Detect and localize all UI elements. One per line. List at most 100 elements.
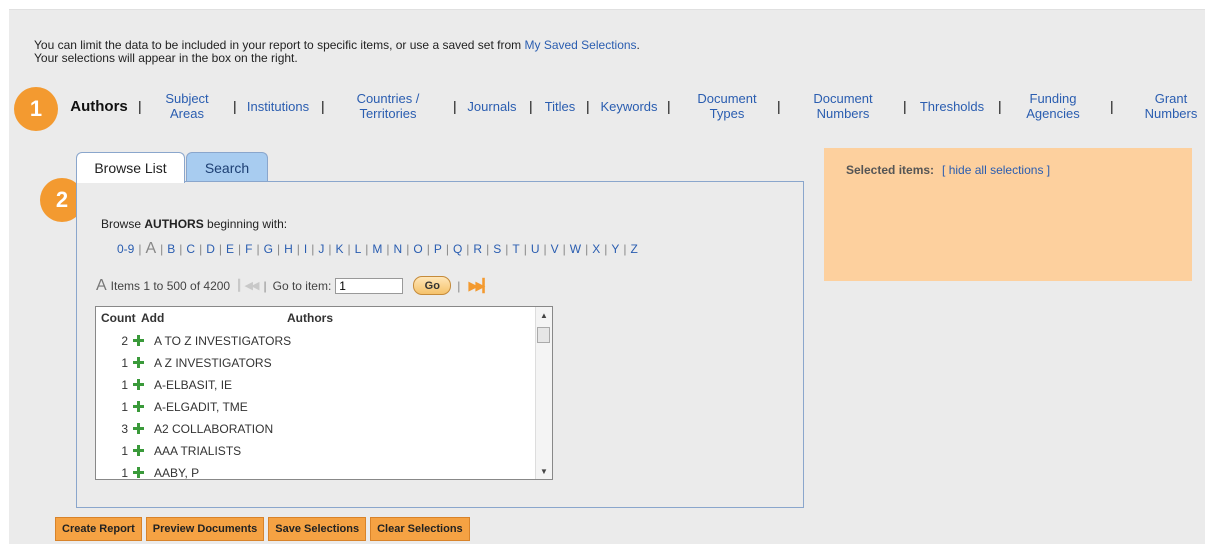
intro-text: You can limit the data to be included in… xyxy=(34,39,640,65)
letter-link-b[interactable]: B xyxy=(167,242,175,256)
scroll-up-arrow-icon[interactable]: ▲ xyxy=(540,311,548,320)
letter-link-m[interactable]: M xyxy=(372,242,382,256)
letter-link-0-9[interactable]: 0-9 xyxy=(117,242,134,256)
list-scrollbar[interactable]: ▲ ▼ xyxy=(535,307,552,479)
scroll-down-arrow-icon[interactable]: ▼ xyxy=(540,467,548,476)
letter-link-k[interactable]: K xyxy=(335,242,343,256)
intro-line1-text: You can limit the data to be included in… xyxy=(34,38,525,52)
row-author-name: AABY, P xyxy=(154,466,200,480)
my-saved-selections-link[interactable]: My Saved Selections xyxy=(524,38,636,52)
table-row: 1 A-ELBASIT, IE xyxy=(96,374,536,396)
preview-documents-button[interactable]: Preview Documents xyxy=(145,517,265,541)
tab-search[interactable]: Search xyxy=(186,152,268,182)
letter-separator: | xyxy=(276,242,281,256)
letter-link-o[interactable]: O xyxy=(413,242,422,256)
add-plus-icon[interactable] xyxy=(133,423,144,434)
filter-category-nav: Authors | Subject Areas | Institutions | … xyxy=(0,89,1205,123)
nav-institutions[interactable]: Institutions xyxy=(241,89,315,123)
nav-separator: | xyxy=(903,98,907,114)
letter-link-y[interactable]: Y xyxy=(611,242,619,256)
row-count: 2 xyxy=(121,334,128,348)
nav-keywords[interactable]: Keywords xyxy=(594,89,664,123)
nav-authors[interactable]: Authors xyxy=(64,89,134,123)
table-row: 1 AABY, P xyxy=(96,462,536,480)
last-page-icon[interactable]: ▶▶▎ xyxy=(468,278,492,294)
go-button[interactable]: Go xyxy=(413,276,452,295)
letter-separator: | xyxy=(218,242,222,256)
goto-label: Go to item: xyxy=(272,278,332,293)
nav-funding-agencies[interactable]: Funding Agencies xyxy=(1018,89,1088,123)
nav-separator: | xyxy=(1110,98,1114,114)
nav-journals[interactable]: Journals xyxy=(460,89,524,123)
letter-separator: | xyxy=(296,242,300,256)
add-plus-icon[interactable] xyxy=(133,335,144,346)
row-author-name: A TO Z INVESTIGATORS xyxy=(154,334,292,348)
letter-link-x[interactable]: X xyxy=(592,242,600,256)
letter-link-z[interactable]: Z xyxy=(631,242,638,256)
add-plus-icon[interactable] xyxy=(133,467,144,478)
create-report-button[interactable]: Create Report xyxy=(55,517,142,541)
nav-separator: | xyxy=(453,98,457,114)
save-selections-button[interactable]: Save Selections xyxy=(268,517,367,541)
hide-all-selections-link[interactable]: [ hide all selections ] xyxy=(942,163,1050,177)
letter-link-g[interactable]: G xyxy=(264,242,273,256)
letter-link-c[interactable]: C xyxy=(186,242,195,256)
nav-titles[interactable]: Titles xyxy=(538,89,582,123)
letter-link-v[interactable]: V xyxy=(551,242,559,256)
nav-separator: | xyxy=(321,98,325,114)
letter-filter-bar: 0-9 | A | B | C | D | E | F | G | H | I | J | K | L | M | N | O | P | Q | R |… xyxy=(117,240,638,258)
letter-separator: | xyxy=(543,242,547,256)
add-plus-icon[interactable] xyxy=(133,445,144,456)
letter-separator: | xyxy=(604,242,608,256)
first-page-icon[interactable]: ▎◀◀ xyxy=(238,279,259,292)
letter-link-n[interactable]: N xyxy=(394,242,403,256)
letter-link-t[interactable]: T xyxy=(512,242,519,256)
table-row: 1 AAA TRIALISTS xyxy=(96,440,536,462)
tab-browse-list[interactable]: Browse List xyxy=(76,152,185,183)
add-column-header: Add xyxy=(141,311,165,325)
letter-link-j[interactable]: J xyxy=(318,242,324,256)
pager-separator: | xyxy=(263,278,267,293)
row-count: 1 xyxy=(121,444,128,458)
nav-thresholds[interactable]: Thresholds xyxy=(912,89,992,123)
add-plus-icon[interactable] xyxy=(133,401,144,412)
nav-document-types[interactable]: Document Types xyxy=(686,89,768,123)
letter-link-p[interactable]: P xyxy=(434,242,442,256)
row-count: 1 xyxy=(121,400,128,414)
add-plus-icon[interactable] xyxy=(133,357,144,368)
action-buttons: Create Report Preview Documents Save Sel… xyxy=(55,517,474,541)
nav-separator: | xyxy=(667,98,671,114)
letter-link-q[interactable]: Q xyxy=(453,242,462,256)
letter-link-f[interactable]: F xyxy=(245,242,252,256)
clear-selections-button[interactable]: Clear Selections xyxy=(370,517,470,541)
letter-link-s[interactable]: S xyxy=(493,242,501,256)
letter-link-r[interactable]: R xyxy=(473,242,482,256)
nav-separator: | xyxy=(998,98,1002,114)
authors-listbox[interactable]: Count Add Authors 2 A TO Z INVESTIGATORS 1… xyxy=(95,306,553,480)
nav-document-numbers[interactable]: Document Numbers xyxy=(800,89,886,123)
letter-separator: | xyxy=(347,242,351,256)
letter-separator: | xyxy=(386,242,390,256)
letter-link-d[interactable]: D xyxy=(206,242,215,256)
letter-separator: | xyxy=(365,242,369,256)
letter-separator: | xyxy=(199,242,203,256)
letter-separator: | xyxy=(505,242,509,256)
letter-link-a[interactable]: A xyxy=(145,240,156,257)
nav-separator: | xyxy=(529,98,533,114)
nav-countries-territories[interactable]: Countries / Territories xyxy=(346,89,430,123)
browse-label: Browse AUTHORS beginning with: xyxy=(101,217,288,231)
scroll-thumb[interactable] xyxy=(537,327,550,343)
letter-link-l[interactable]: L xyxy=(355,242,362,256)
letter-link-i[interactable]: I xyxy=(304,242,307,256)
letter-link-e[interactable]: E xyxy=(226,242,234,256)
add-plus-icon[interactable] xyxy=(133,379,144,390)
letter-link-w[interactable]: W xyxy=(570,242,581,256)
letter-link-h[interactable]: H xyxy=(284,242,293,256)
nav-subject-areas[interactable]: Subject Areas xyxy=(154,89,220,123)
goto-item-input[interactable] xyxy=(335,277,404,294)
nav-separator: | xyxy=(777,98,781,114)
nav-grant-numbers[interactable]: Grant Numbers xyxy=(1140,89,1202,123)
row-count: 1 xyxy=(121,356,128,370)
letter-link-u[interactable]: U xyxy=(531,242,540,256)
row-author-name: A-ELBASIT, IE xyxy=(154,378,233,392)
